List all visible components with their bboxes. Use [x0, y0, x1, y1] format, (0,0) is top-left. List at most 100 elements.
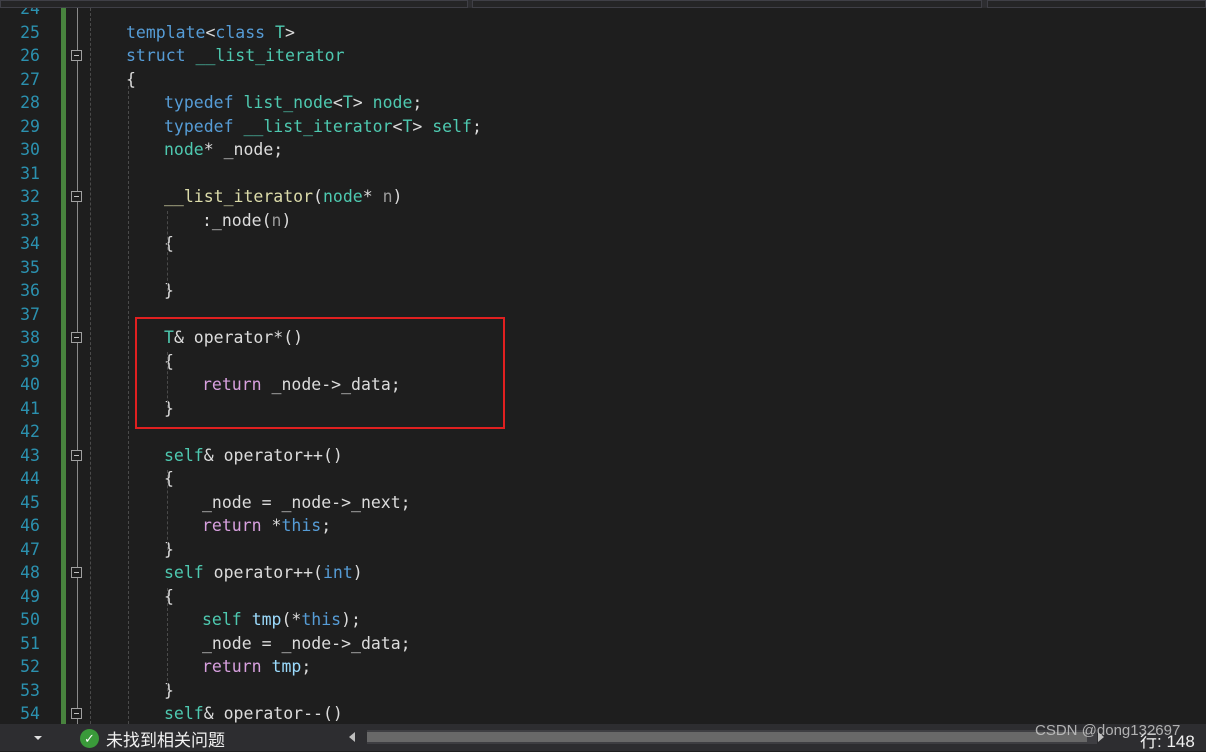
code-text: node* _node;: [164, 138, 283, 162]
code-text: }: [164, 279, 174, 303]
code-line[interactable]: 34 {: [0, 232, 1206, 256]
code-line[interactable]: 31: [0, 162, 1206, 186]
code-token: self: [164, 563, 204, 582]
code-text: typedef list_node<T> node;: [164, 91, 422, 115]
code-line[interactable]: 54 self& operator--(): [0, 702, 1206, 724]
horizontal-scrollbar[interactable]: [367, 730, 1097, 744]
code-line[interactable]: 24: [0, 8, 1206, 21]
line-number: 44: [20, 469, 40, 488]
code-token: n: [271, 210, 282, 230]
code-text: return *this;: [202, 514, 331, 538]
code-line[interactable]: 25 template<class T>: [0, 21, 1206, 45]
code-token: *: [362, 187, 383, 206]
code-line[interactable]: 46 return *this;: [0, 514, 1206, 538]
code-line[interactable]: 50 self tmp(*this);: [0, 608, 1206, 632]
code-text: }: [164, 679, 174, 703]
code-text: return tmp;: [202, 655, 311, 679]
document-tab-strip: [0, 0, 1206, 8]
collapse-icon[interactable]: [71, 332, 82, 343]
code-token: T: [402, 116, 413, 136]
code-token: }: [164, 281, 174, 300]
code-token: {: [164, 234, 174, 253]
code-token: int: [322, 563, 353, 582]
code-text: typedef __list_iterator<T> self;: [164, 115, 482, 139]
line-number: 39: [20, 351, 40, 371]
code-line[interactable]: 47}: [0, 538, 1206, 562]
scrollbar-thumb[interactable]: [367, 732, 1087, 742]
line-number: 29: [20, 116, 40, 136]
code-token: {: [164, 469, 174, 488]
code-token: __list_iterator: [243, 116, 393, 136]
tab-strip-segment[interactable]: [0, 0, 468, 8]
line-number: 43: [20, 445, 40, 465]
watermark: CSDN @dong132697: [1035, 722, 1181, 739]
code-line[interactable]: 33:_node(n): [0, 209, 1206, 233]
code-token: & operator++(): [203, 445, 343, 465]
indent-guide: [90, 8, 91, 724]
line-number: 41: [20, 398, 40, 418]
code-token: __list_iterator: [195, 46, 345, 65]
tab-strip-segment[interactable]: [987, 0, 1206, 8]
line-number: 36: [20, 281, 40, 300]
code-line[interactable]: 32 __list_iterator(node* n): [0, 185, 1206, 209]
collapse-icon[interactable]: [71, 567, 82, 578]
code-token: ;: [472, 116, 482, 136]
code-line[interactable]: 52 return tmp;: [0, 655, 1206, 679]
check-circle-icon: ✓: [80, 728, 99, 748]
line-number: 49: [20, 586, 40, 606]
line-number: 37: [20, 304, 40, 324]
line-number: 33: [20, 210, 40, 230]
code-line[interactable]: 48 self operator++(int): [0, 561, 1206, 585]
code-text: struct __list_iterator: [126, 44, 345, 68]
code-text: _node = _node->_data;: [202, 632, 411, 656]
code-line[interactable]: 27{: [0, 68, 1206, 92]
code-token: operator++(: [203, 563, 323, 582]
code-token: this: [281, 516, 322, 535]
code-token: {: [164, 586, 174, 606]
code-token: self: [202, 610, 242, 629]
code-line[interactable]: 28 typedef list_node<T> node;: [0, 91, 1206, 115]
code-line[interactable]: 30 node* _node;: [0, 138, 1206, 162]
code-token: class: [215, 22, 266, 42]
code-line[interactable]: 51 _node = _node->_data;: [0, 632, 1206, 656]
code-token: <: [332, 93, 343, 112]
indent-guide: [167, 352, 168, 408]
collapse-icon[interactable]: [71, 50, 82, 61]
code-text: self operator++(int): [164, 561, 363, 585]
collapse-icon[interactable]: [71, 449, 82, 461]
code-token: ): [281, 210, 292, 230]
code-line[interactable]: 36}: [0, 279, 1206, 303]
code-line[interactable]: 45 _node = _node->_next;: [0, 491, 1206, 515]
code-token: return: [202, 657, 262, 676]
code-token: tmp: [271, 657, 302, 676]
issues-text: 未找到相关问题: [106, 730, 225, 750]
zoom-dropdown[interactable]: [0, 724, 48, 751]
code-token: (: [313, 187, 323, 206]
code-line[interactable]: 49 {: [0, 585, 1206, 609]
tab-strip-segment[interactable]: [472, 0, 982, 8]
scroll-left-arrow-icon[interactable]: [349, 732, 355, 742]
code-line[interactable]: 35: [0, 256, 1206, 280]
code-line[interactable]: 43 self& operator++(): [0, 444, 1206, 468]
line-number: 28: [20, 93, 40, 112]
issues-indicator[interactable]: ✓ 未找到相关问题: [80, 727, 225, 750]
code-token: __list_iterator: [164, 187, 314, 206]
collapse-icon[interactable]: [71, 708, 82, 719]
code-token: (*: [281, 610, 302, 629]
collapse-icon[interactable]: [71, 191, 82, 202]
line-number: 31: [20, 163, 40, 183]
code-line[interactable]: 29 typedef __list_iterator<T> self;: [0, 115, 1206, 139]
code-line[interactable]: 26 struct __list_iterator: [0, 44, 1206, 68]
code-line[interactable]: 44 {: [0, 467, 1206, 491]
code-line[interactable]: 53}: [0, 679, 1206, 703]
code-text: _node = _node->_next;: [202, 491, 411, 515]
line-number: 52: [20, 657, 40, 676]
line-number: 54: [20, 704, 40, 723]
code-token: ;: [301, 657, 312, 676]
line-number: 30: [20, 140, 40, 159]
line-number: 27: [20, 69, 40, 89]
code-token: self: [432, 116, 472, 136]
code-text: __list_iterator(node* n): [164, 185, 402, 209]
